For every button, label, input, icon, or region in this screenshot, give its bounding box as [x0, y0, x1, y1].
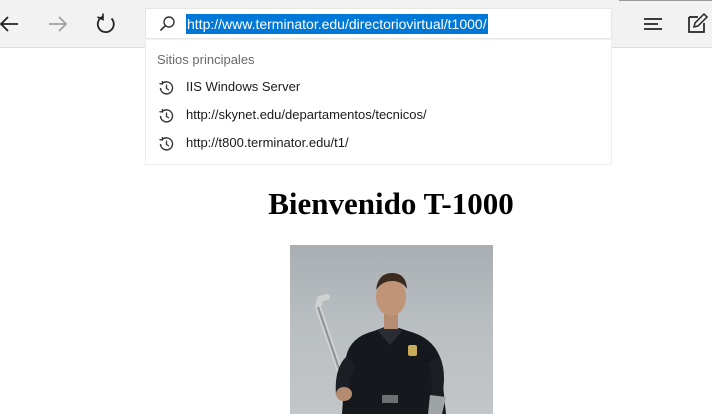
back-button[interactable] — [0, 9, 24, 39]
forward-icon — [49, 16, 68, 32]
tab-edge-line — [619, 0, 712, 1]
web-note-icon — [688, 12, 709, 33]
history-icon — [159, 136, 174, 151]
hub-button[interactable] — [638, 9, 668, 39]
address-input[interactable]: http://www.terminator.edu/directoriovirt… — [186, 14, 488, 34]
suggestion-item[interactable]: IIS Windows Server — [146, 74, 611, 100]
dropdown-heading: Sitios principales — [157, 52, 255, 67]
hub-icon — [644, 18, 662, 30]
address-bar[interactable]: http://www.terminator.edu/directoriovirt… — [145, 8, 612, 39]
t1000-figure-illustration — [314, 273, 446, 414]
history-icon — [159, 108, 174, 123]
suggestion-item[interactable]: http://t800.terminator.edu/t1/ — [146, 130, 611, 156]
page-title: Bienvenido T-1000 — [268, 186, 514, 221]
suggestion-text: http://skynet.edu/departamentos/tecnicos… — [186, 107, 427, 122]
suggestion-text: IIS Windows Server — [186, 79, 301, 94]
suggestion-text: http://t800.terminator.edu/t1/ — [186, 135, 349, 150]
refresh-button[interactable] — [91, 9, 121, 39]
suggestion-item[interactable]: http://skynet.edu/departamentos/tecnicos… — [146, 102, 611, 128]
back-icon — [0, 16, 18, 32]
address-suggestions-dropdown: Sitios principales IIS Windows Server ht… — [145, 40, 612, 165]
forward-button[interactable] — [43, 9, 73, 39]
search-icon — [159, 16, 175, 32]
web-note-button[interactable] — [682, 9, 712, 39]
history-icon — [159, 80, 174, 95]
t1000-photo — [290, 245, 493, 414]
refresh-icon — [96, 13, 115, 33]
